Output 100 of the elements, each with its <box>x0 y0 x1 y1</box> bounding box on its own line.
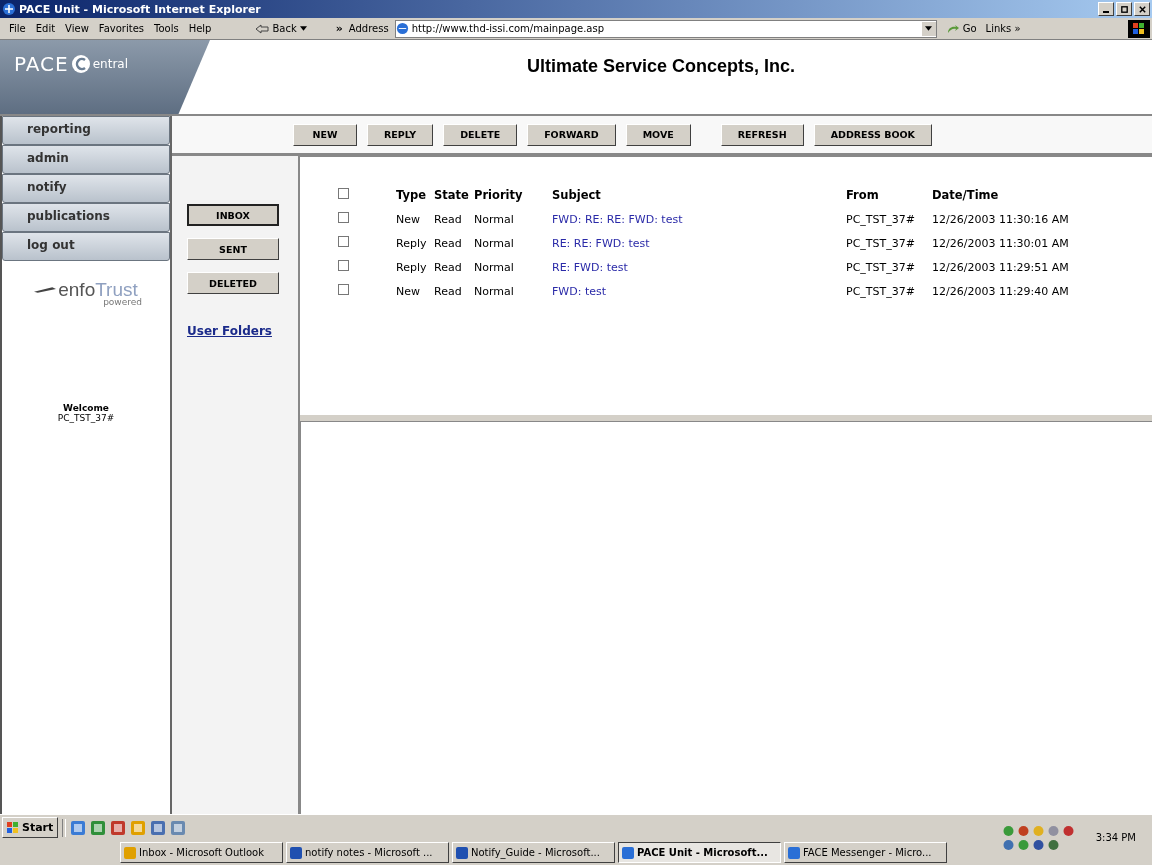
action-button[interactable]: REFRESH <box>720 123 804 146</box>
taskbar-button[interactable]: Notify_Guide - Microsoft... <box>452 842 615 863</box>
menu-item[interactable]: Help <box>188 23 212 34</box>
menu-item[interactable]: View <box>65 23 89 34</box>
start-button[interactable]: Start <box>2 817 59 838</box>
quick-launch-icon[interactable] <box>170 819 187 836</box>
nav-item[interactable]: notify <box>2 174 170 203</box>
nav-item[interactable]: reporting <box>2 116 170 145</box>
toolbar-chevron[interactable]: » <box>335 22 343 35</box>
maximize-button[interactable] <box>1116 2 1132 16</box>
subject-link[interactable]: FWD: test <box>552 284 606 298</box>
links-button[interactable]: Links » <box>985 23 1021 34</box>
menu-item[interactable]: Favorites <box>98 23 144 34</box>
subject-link[interactable]: RE: FWD: test <box>552 260 628 274</box>
folder-button[interactable]: DELETED <box>187 272 279 294</box>
go-button[interactable]: Go <box>942 23 980 34</box>
table-cell-text: Normal <box>474 283 515 300</box>
tray-icon[interactable] <box>1001 838 1015 851</box>
row-checkbox[interactable] <box>338 284 349 295</box>
back-arrow-icon <box>255 23 270 34</box>
tray-icon[interactable] <box>1046 838 1060 851</box>
back-button[interactable]: Back <box>252 23 310 34</box>
windows-flag-icon <box>7 821 19 834</box>
address-field[interactable]: http://www.thd-issi.com/mainpage.asp <box>394 19 937 38</box>
clock: 3:34 PM <box>1095 832 1136 843</box>
quick-launch-icon[interactable] <box>110 819 127 836</box>
user-folders-link[interactable]: User Folders <box>187 324 272 338</box>
menu-item[interactable]: File <box>9 23 26 34</box>
table-cell-text: PC_TST_37# <box>846 235 916 252</box>
minimize-button[interactable] <box>1098 2 1114 16</box>
table-cell-text: PC_TST_37# <box>846 283 916 300</box>
action-button[interactable]: REPLY <box>367 123 434 146</box>
subject-link[interactable]: FWD: RE: RE: FWD: test <box>552 212 683 226</box>
action-button[interactable]: ADDRESS BOOK <box>813 123 932 146</box>
taskbar-button[interactable]: FACE Messenger - Micro... <box>784 842 947 863</box>
column-header: Priority <box>474 183 552 207</box>
column-header: State <box>434 187 470 204</box>
folder-button[interactable]: INBOX <box>187 204 279 226</box>
taskbar-button[interactable]: PACE Unit - Microsoft... <box>618 842 781 863</box>
caret-icon <box>299 26 307 31</box>
welcome-label: Welcome <box>63 403 109 413</box>
table-cell-text: 12/26/2003 11:29:40 AM <box>932 283 1069 300</box>
address-label: Address <box>348 23 389 34</box>
quick-launch-icon[interactable] <box>70 819 87 836</box>
table-cell-text: Read <box>434 259 463 276</box>
close-button[interactable] <box>1134 2 1150 16</box>
folder-button[interactable]: SENT <box>187 238 279 260</box>
quick-launch-icon[interactable] <box>150 819 167 836</box>
tray-icon[interactable] <box>1046 824 1060 837</box>
tray-icon[interactable] <box>1061 824 1075 837</box>
company-name: Ultimate Service Concepts, Inc. <box>525 55 797 78</box>
nav-item[interactable]: publications <box>2 203 170 232</box>
table-cell-text: Read <box>434 211 463 228</box>
table-cell-text: Reply <box>396 259 428 276</box>
window-title: PACE Unit - Microsoft Internet Explorer <box>19 2 262 16</box>
column-header: Subject <box>552 187 602 204</box>
tray-icon[interactable] <box>1016 824 1030 837</box>
tray-icon[interactable] <box>1031 838 1045 851</box>
row-checkbox[interactable] <box>338 260 349 271</box>
action-button[interactable]: NEW <box>293 123 357 146</box>
close-icon <box>1137 4 1147 14</box>
app-icon <box>788 846 800 859</box>
action-button[interactable]: MOVE <box>625 123 691 146</box>
quick-launch-icon[interactable] <box>90 819 107 836</box>
app-icon <box>622 846 634 859</box>
app-icon <box>124 846 136 859</box>
windows-logo-icon <box>1128 19 1150 38</box>
logo-subtext: entral <box>92 57 129 71</box>
table-cell-text: Normal <box>474 235 515 252</box>
row-checkbox[interactable] <box>338 212 349 223</box>
maximize-icon <box>1119 4 1129 14</box>
nav-item[interactable]: log out <box>2 232 170 261</box>
nav-item[interactable]: admin <box>2 145 170 174</box>
table-cell-text: Normal <box>474 259 515 276</box>
menu-item[interactable]: Tools <box>154 23 179 34</box>
logo-text: PACE <box>14 52 69 76</box>
table-cell-text: Normal <box>474 211 515 228</box>
subject-link[interactable]: RE: RE: FWD: test <box>552 236 650 250</box>
row-checkbox[interactable] <box>338 236 349 247</box>
select-all-checkbox[interactable] <box>338 188 349 199</box>
action-button[interactable]: FORWARD <box>527 123 616 146</box>
app-icon <box>456 846 468 859</box>
table-cell-text: PC_TST_37# <box>846 211 916 228</box>
table-cell-text: Read <box>434 283 463 300</box>
dropdown-button[interactable] <box>921 21 936 36</box>
tray-icon[interactable] <box>1001 824 1015 837</box>
pen-icon <box>34 286 57 294</box>
taskbar-button[interactable]: notify notes - Microsoft ... <box>286 842 449 863</box>
taskbar-button[interactable]: Inbox - Microsoft Outlook <box>120 842 283 863</box>
browser-icon <box>2 2 16 16</box>
menu-item[interactable]: Edit <box>35 23 56 34</box>
table-cell-text: 12/26/2003 11:29:51 AM <box>932 259 1069 276</box>
table-cell-text: PC_TST_37# <box>846 259 916 276</box>
table-cell-text: 12/26/2003 11:30:16 AM <box>932 211 1069 228</box>
action-button[interactable]: DELETE <box>443 123 518 146</box>
table-cell-text: Read <box>434 235 463 252</box>
brand-name: enfoTrust <box>58 279 138 300</box>
minimize-icon <box>1103 10 1109 13</box>
table-cell-text: New <box>396 211 421 228</box>
tray-icon[interactable] <box>1016 838 1030 851</box>
